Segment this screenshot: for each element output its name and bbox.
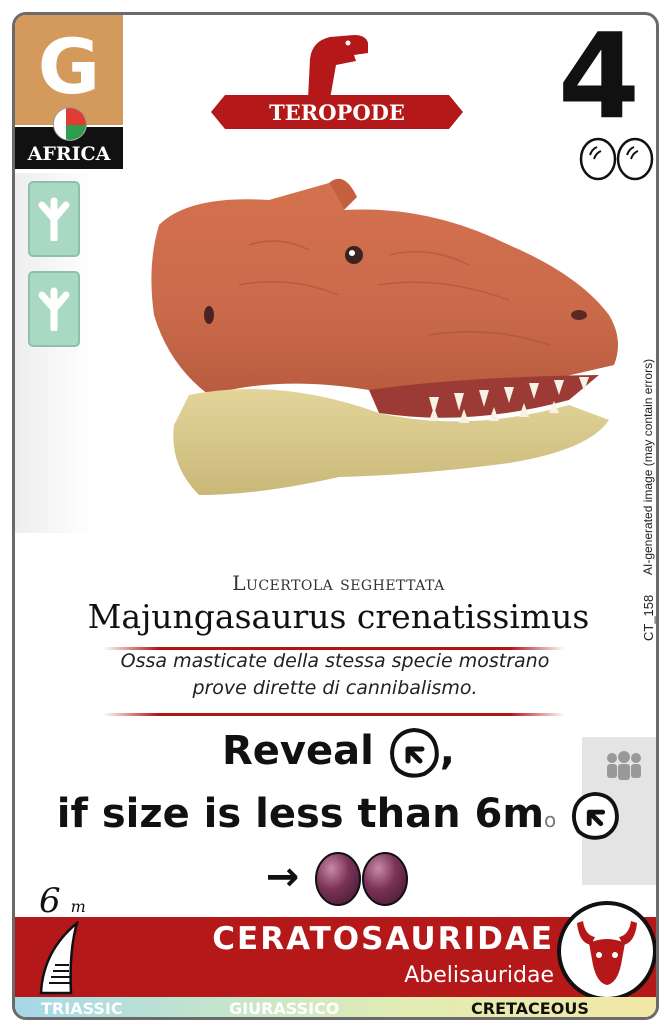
ability-condition-text: if size is less than 6m — [56, 791, 545, 837]
grade-letter: G — [37, 22, 101, 111]
dinosaur-illustration — [151, 178, 618, 495]
size-unit: m — [70, 897, 86, 916]
footprint-badge-icon — [572, 791, 620, 840]
family-name: CERATOSAURIDAE — [212, 921, 554, 957]
footprint-icon[interactable] — [28, 271, 80, 347]
ability-line-1: Reveal , — [15, 727, 656, 779]
divider-bottom — [103, 713, 565, 716]
fact-text: Ossa masticate della stessa specie mostr… — [85, 648, 585, 702]
dinosaur-card[interactable]: G AFRICA TEROPODE 4 AI-generated image (… — [12, 12, 659, 1020]
madagascar-flag-icon — [53, 107, 87, 141]
ability-or-text: o — [544, 808, 557, 832]
subfamily-name: Abelisauridae — [404, 963, 554, 988]
era-cretaceous: CRETACEOUS — [471, 999, 589, 1018]
size-label: 6m — [39, 881, 86, 921]
ai-disclaimer: AI-generated image (may contain errors) — [641, 358, 655, 575]
scientific-name: Majungasaurus crenatissimus — [87, 597, 590, 636]
fact-line: prove dirette di cannibalismo. — [192, 677, 478, 699]
claw-icon — [39, 921, 79, 995]
era-triassic: TRIASSIC — [41, 999, 123, 1018]
size-value: 6 — [39, 881, 61, 921]
footprint-icon[interactable] — [28, 181, 80, 257]
bull-head-icon — [557, 901, 656, 1001]
theropod-head-icon — [308, 35, 368, 99]
ability-reveal-text: Reveal — [222, 728, 374, 774]
purple-egg-icon — [315, 852, 409, 906]
common-name: Lucertola seghettata — [232, 571, 445, 595]
score-value: 4 — [557, 12, 640, 145]
era-jurassic: GIURASSICO — [229, 999, 340, 1018]
ability-comma: , — [439, 728, 455, 774]
type-label: TEROPODE — [269, 99, 405, 125]
fact-line: Ossa masticate della stessa specie mostr… — [120, 650, 550, 672]
track-panel — [15, 173, 95, 533]
footprint-badge-icon — [389, 727, 439, 778]
arrow-icon: → — [265, 854, 300, 900]
ability-line-2: if size is less than 6mo — [15, 791, 656, 841]
